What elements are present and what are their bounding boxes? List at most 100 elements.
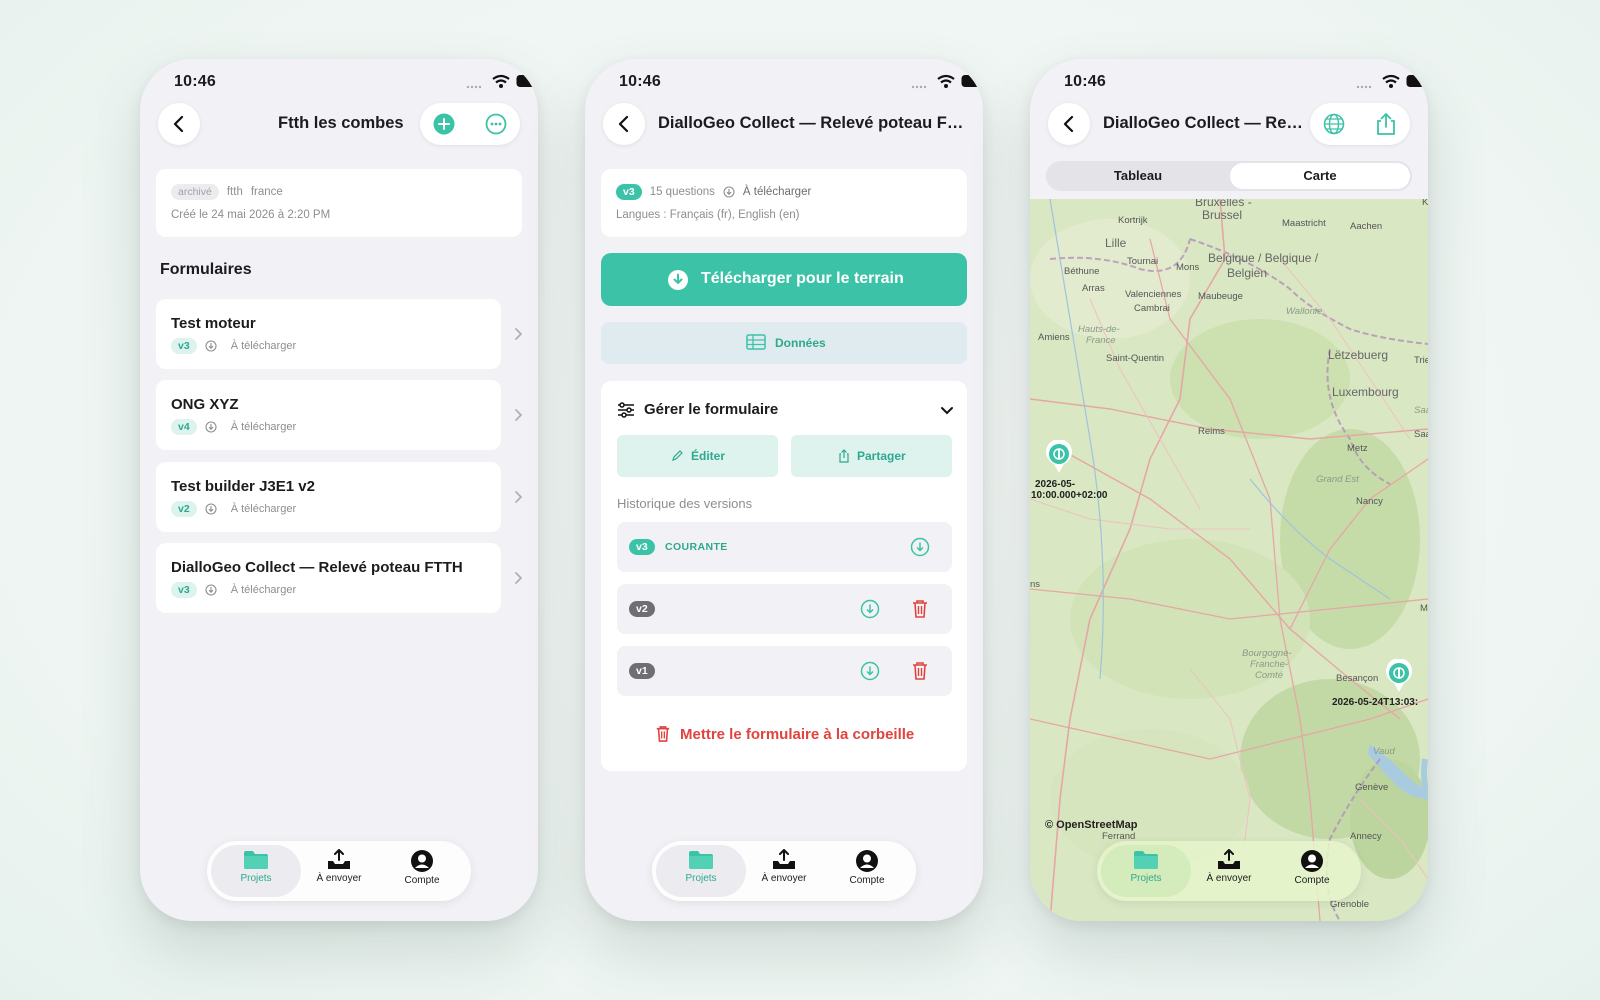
data-button-label: Données [775,336,826,350]
download-circle-icon[interactable] [860,599,880,619]
ellipsis-circle-icon [485,113,507,135]
segment-map[interactable]: Carte [1230,163,1410,189]
map-label: Genève [1355,782,1389,793]
map-label: Belgien [1227,266,1268,280]
tab-label: Compte [404,875,440,886]
tab-label: Compte [849,875,885,886]
map-label: Wallonie [1286,306,1323,317]
map-label: Grand Est [1316,474,1359,485]
phone-screen-form-detail: 10:46 DialloGeo Collect — Relevé poteau … [585,59,983,921]
download-circle-icon [205,340,217,352]
download-button-label: Télécharger pour le terrain [701,270,904,287]
tab-label: À envoyer [316,873,362,884]
segment-table[interactable]: Tableau [1048,163,1228,189]
map-base [1030,199,1428,921]
tab-to-send[interactable]: À envoyer [294,845,384,897]
add-button[interactable] [432,112,456,136]
globe-icon [1323,113,1345,135]
tray-upload-icon [328,849,350,869]
tab-account[interactable]: Compte [1267,845,1357,897]
map-label: Mons [1176,262,1200,273]
nav-actions [1310,103,1410,145]
pin-label: 2026-05-24T13:03: [1332,697,1419,708]
map-pin[interactable] [1044,439,1074,474]
back-button[interactable] [603,103,645,145]
map-pin[interactable] [1384,658,1414,693]
location-pin-icon [1046,439,1072,473]
edit-button[interactable]: Éditer [617,435,778,477]
download-circle-icon[interactable] [910,537,930,557]
form-status: À télécharger [230,421,297,433]
map-label: Bourgogne- [1242,648,1292,659]
person-circle-icon [856,850,878,872]
location-pin-icon [1386,658,1412,692]
current-tag: COURANTE [665,541,728,553]
share-icon [1377,112,1395,135]
download-for-field-button[interactable]: Télécharger pour le terrain [601,253,967,306]
back-button[interactable] [1048,103,1090,145]
pencil-icon [672,450,683,461]
trash-form-label: Mettre le formulaire à la corbeille [680,726,915,743]
map-label: Lëtzebuerg [1328,348,1389,362]
status-time: 10:46 [1064,73,1106,90]
tab-projects[interactable]: Projets [656,845,746,897]
folder-icon [1134,851,1158,869]
map-label: Metz [1347,443,1368,454]
more-button[interactable] [484,112,508,136]
tab-label: Projets [685,873,717,884]
trash-form-button[interactable]: Mettre le formulaire à la corbeille [601,721,967,751]
share-button[interactable] [1374,112,1398,136]
map-attribution[interactable]: © OpenStreetMap [1045,819,1137,831]
form-list-item[interactable]: Test moteur v3 À télécharger [156,299,523,369]
map-label: Maubeuge [1198,291,1243,302]
version-chip: v2 [629,601,655,617]
languages: Langues : Français (fr), English (en) [616,209,800,221]
view-segmented-control: Tableau Carte [1046,161,1412,191]
globe-button[interactable] [1322,112,1346,136]
chevron-left-icon [173,115,184,133]
form-list-item[interactable]: ONG XYZ v4 À télécharger [156,380,523,450]
page-title: Ftth les combes [278,114,404,132]
version-chip: v2 [171,501,197,517]
phone-screen-map: 10:46 DialloGeo Collect — Rel... Tableau… [1030,59,1428,921]
trash-icon [656,726,670,742]
map-label: Amiens [1038,332,1070,343]
tab-account[interactable]: Compte [822,845,912,897]
tab-projects[interactable]: Projets [1101,845,1191,897]
share-label: Partager [857,449,906,463]
nav-actions [420,103,520,145]
tray-upload-icon [1218,849,1240,869]
chevron-down-icon[interactable] [940,406,954,416]
tag: ftth [226,186,243,198]
map-label: Vaud [1373,746,1395,757]
data-button[interactable]: Données [601,322,967,364]
share-button[interactable]: Partager [791,435,952,477]
download-circle-icon[interactable] [860,661,880,681]
form-status: À télécharger [230,584,297,596]
tab-to-send[interactable]: À envoyer [739,845,829,897]
trash-icon[interactable] [911,599,929,619]
tab-account[interactable]: Compte [377,845,467,897]
map-view[interactable]: Bruxelles - Brussel Kortrijk Maastricht … [1030,199,1428,921]
download-circle-icon [205,503,217,515]
status-bar: 10:46 [1030,73,1428,93]
version-chip: v3 [629,539,655,555]
tab-to-send[interactable]: À envoyer [1184,845,1274,897]
manage-form-card: Gérer le formulaire Éditer Partager Hist… [601,381,967,771]
wifi-icon [492,74,510,88]
form-list-item[interactable]: Test builder J3E1 v2 v2 À télécharger [156,462,523,532]
form-name: Test moteur [171,315,256,332]
trash-icon[interactable] [911,661,929,681]
wifi-icon [1382,74,1400,88]
tab-bar: Projets À envoyer Compte [1097,841,1361,901]
page-title: DialloGeo Collect — Relevé poteau FT... [658,114,968,132]
nav-bar: DialloGeo Collect — Rel... [1048,103,1410,145]
tab-projects[interactable]: Projets [211,845,301,897]
form-list-item[interactable]: DialloGeo Collect — Relevé poteau FTTH v… [156,543,523,613]
status-time: 10:46 [619,73,661,90]
folder-icon [244,851,268,869]
person-circle-icon [411,850,433,872]
map-label: Grenoble [1330,899,1370,910]
folder-icon [689,851,713,869]
back-button[interactable] [158,103,200,145]
